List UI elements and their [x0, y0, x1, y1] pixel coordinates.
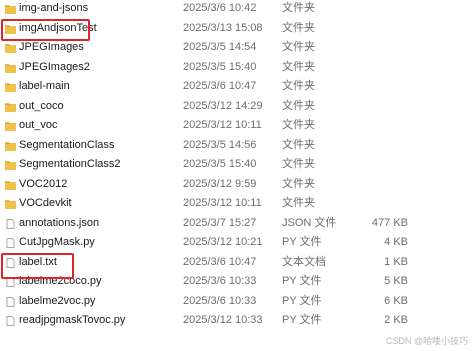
modified-date: 2025/3/6 10:42: [183, 2, 257, 14]
file-type: PY 文件: [282, 275, 322, 287]
file-type: 文件夹: [282, 119, 315, 131]
file-list: img-and-jsons 2025/3/6 10:42 文件夹 imgAndj…: [0, 0, 474, 331]
list-item[interactable]: out_coco 2025/3/12 14:29 文件夹: [0, 97, 474, 117]
modified-date: 2025/3/7 15:27: [183, 216, 257, 229]
modified-date: 2025/3/6 10:33: [183, 294, 257, 307]
list-item[interactable]: labelme2voc.py 2025/3/6 10:33 PY 文件 6 KB: [0, 292, 474, 312]
folder-icon: [5, 199, 16, 209]
modified-date: 2025/3/12 10:11: [183, 197, 262, 209]
file-explorer-view: { "files": [ {"name": "img-and-jsons", "…: [0, 0, 474, 351]
file-type: PY 文件: [282, 294, 322, 307]
folder-icon: [5, 43, 16, 53]
file-name: VOC2012: [19, 177, 68, 190]
modified-date: 2025/3/5 14:56: [183, 138, 257, 151]
folder-icon: [5, 4, 16, 14]
file-type: JSON 文件: [282, 216, 337, 229]
file-type: 文件夹: [282, 41, 315, 53]
file-type: 文件夹: [282, 80, 315, 92]
file-name: img-and-jsons: [19, 2, 89, 14]
file-name: out_voc: [19, 119, 58, 131]
file-type: 文件夹: [282, 21, 315, 34]
list-item[interactable]: readjpgmaskTovoc.py 2025/3/12 10:33 PY 文…: [0, 311, 474, 331]
list-item[interactable]: out_voc 2025/3/12 10:11 文件夹: [0, 116, 474, 136]
modified-date: 2025/3/12 10:21: [183, 236, 263, 248]
file-type: 文件夹: [282, 2, 315, 14]
list-item[interactable]: annotations.json 2025/3/7 15:27 JSON 文件 …: [0, 214, 474, 234]
file-name: label-main: [19, 80, 70, 92]
list-item[interactable]: label-main 2025/3/6 10:47 文件夹: [0, 77, 474, 97]
modified-date: 2025/3/13 15:08: [183, 21, 263, 34]
folder-icon: [5, 63, 16, 73]
folder-icon: [5, 180, 16, 190]
highlight-box-imgandjsontest: [1, 19, 90, 41]
file-name: annotations.json: [19, 216, 100, 229]
file-name: labelme2voc.py: [19, 294, 96, 307]
file-size: 2 KB: [384, 314, 408, 326]
file-type: 文件夹: [282, 99, 315, 112]
modified-date: 2025/3/6 10:47: [183, 255, 257, 268]
list-item[interactable]: VOCdevkit 2025/3/12 10:11 文件夹: [0, 194, 474, 214]
list-item[interactable]: CutJpgMask.py 2025/3/12 10:21 PY 文件 4 KB: [0, 233, 474, 253]
file-type: 文件夹: [282, 138, 315, 151]
file-name: out_coco: [19, 99, 64, 112]
file-icon: [5, 218, 16, 229]
file-size: 1 KB: [384, 255, 408, 268]
file-type: PY 文件: [282, 314, 322, 326]
file-type: PY 文件: [282, 236, 322, 248]
file-icon: [5, 238, 16, 248]
file-type: 文本文档: [282, 255, 326, 268]
modified-date: 2025/3/5 15:40: [183, 158, 257, 170]
modified-date: 2025/3/5 15:40: [183, 60, 257, 73]
folder-icon: [5, 141, 16, 151]
file-name: readjpgmaskTovoc.py: [19, 314, 126, 326]
modified-date: 2025/3/5 14:54: [183, 41, 257, 53]
modified-date: 2025/3/6 10:33: [183, 275, 257, 287]
file-type: 文件夹: [282, 197, 315, 209]
modified-date: 2025/3/12 10:33: [183, 314, 263, 326]
list-item[interactable]: VOC2012 2025/3/12 9:59 文件夹: [0, 175, 474, 195]
file-size: 5 KB: [384, 275, 408, 287]
file-name: CutJpgMask.py: [19, 236, 95, 248]
file-type: 文件夹: [282, 60, 315, 73]
folder-icon: [5, 102, 16, 112]
file-name: SegmentationClass2: [19, 158, 121, 170]
list-item[interactable]: img-and-jsons 2025/3/6 10:42 文件夹: [0, 0, 474, 19]
folder-icon: [5, 121, 16, 131]
list-item[interactable]: SegmentationClass 2025/3/5 14:56 文件夹: [0, 136, 474, 156]
modified-date: 2025/3/12 14:29: [183, 99, 263, 112]
file-icon: [5, 316, 16, 326]
modified-date: 2025/3/6 10:47: [183, 80, 257, 92]
file-icon: [5, 296, 16, 307]
file-name: VOCdevkit: [19, 197, 72, 209]
file-size: 6 KB: [384, 294, 408, 307]
modified-date: 2025/3/12 9:59: [183, 177, 257, 190]
file-name: JPEGImages2: [19, 60, 90, 73]
file-type: 文件夹: [282, 177, 315, 190]
list-item[interactable]: SegmentationClass2 2025/3/5 15:40 文件夹: [0, 155, 474, 175]
file-name: SegmentationClass: [19, 138, 115, 151]
file-size: 4 KB: [384, 236, 408, 248]
file-type: 文件夹: [282, 158, 315, 170]
file-size: 477 KB: [371, 216, 408, 229]
folder-icon: [5, 160, 16, 170]
modified-date: 2025/3/12 10:11: [183, 119, 262, 131]
highlight-box-label-txt: [1, 253, 74, 279]
watermark: CSDN @哈喽小技巧: [385, 336, 468, 346]
list-item[interactable]: JPEGImages2 2025/3/5 15:40 文件夹: [0, 58, 474, 78]
folder-icon: [5, 82, 16, 92]
